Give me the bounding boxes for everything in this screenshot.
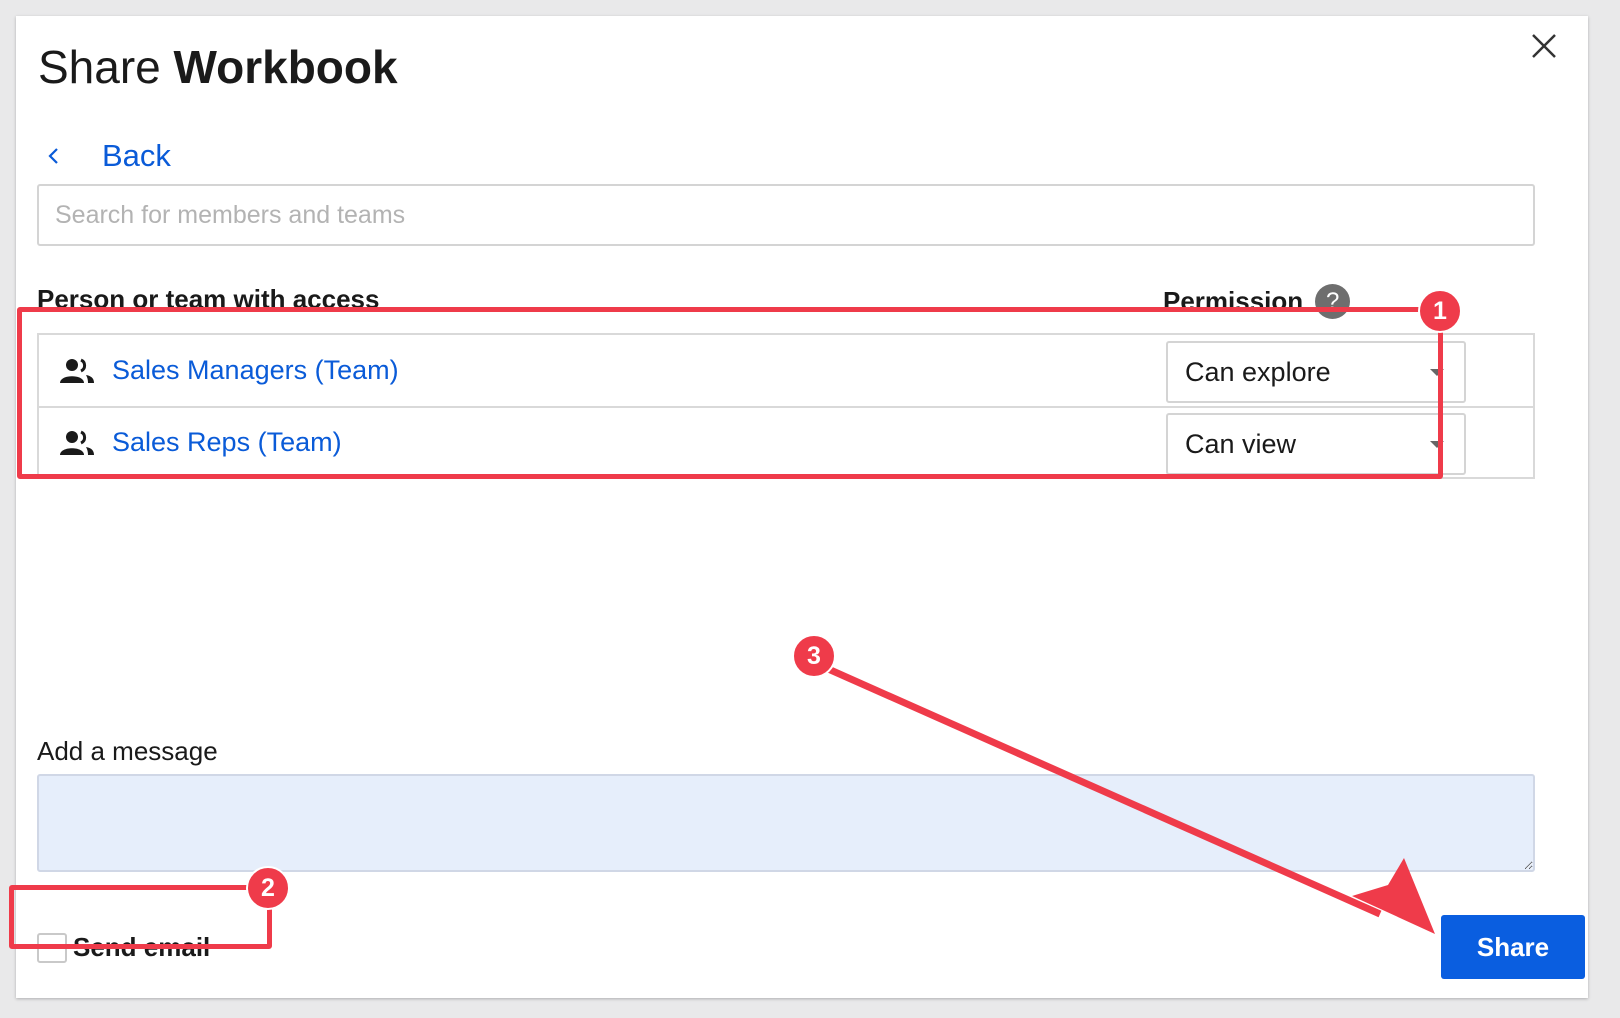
annotation-box-2 <box>9 885 272 949</box>
annotation-badge-3: 3 <box>792 634 836 678</box>
dialog-title: Share Workbook <box>38 38 398 98</box>
annotation-badge-1: 1 <box>1418 289 1462 333</box>
chevron-left-icon <box>48 148 58 164</box>
title-regular: Share <box>38 41 161 93</box>
annotation-box-1 <box>17 307 1443 479</box>
back-link[interactable]: Back <box>44 138 171 174</box>
share-button[interactable]: Share <box>1441 915 1585 979</box>
close-button[interactable] <box>1524 26 1564 66</box>
back-label: Back <box>102 138 171 173</box>
title-bold: Workbook <box>173 41 398 93</box>
annotation-badge-2: 2 <box>246 866 290 910</box>
share-dialog: Share Workbook Back Person or team with … <box>16 16 1588 998</box>
close-icon <box>1532 34 1556 58</box>
search-input[interactable] <box>37 184 1535 246</box>
message-textarea[interactable] <box>37 774 1535 872</box>
message-label: Add a message <box>37 736 218 766</box>
